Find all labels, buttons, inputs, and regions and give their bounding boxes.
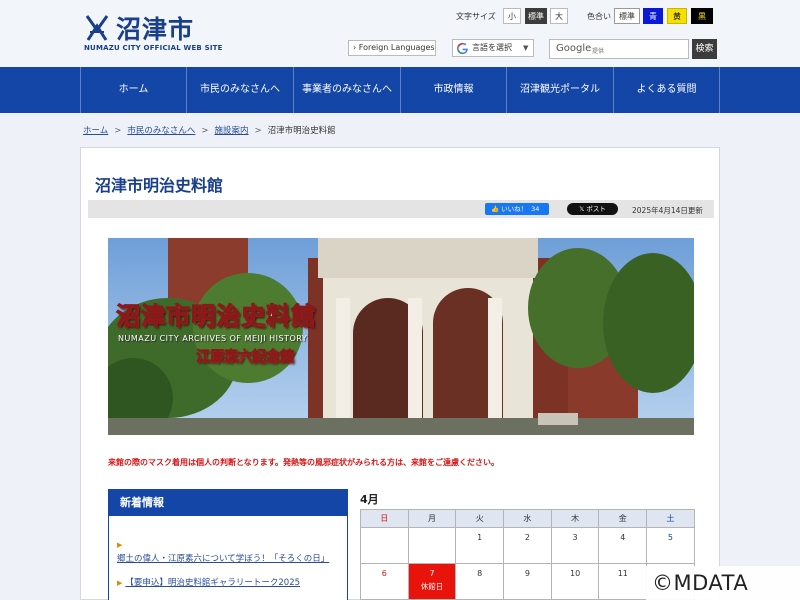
site-header: 沼津市 NUMAZU CITY OFFICIAL WEB SITE 文字サイズ …: [0, 0, 800, 67]
nav-tourism-portal[interactable]: 沼津観光ポータル: [507, 67, 614, 113]
google-g-icon: [457, 42, 468, 55]
color-scheme-label: 色合い: [587, 12, 611, 21]
hero-title: 沼津市明治史料館: [116, 302, 316, 331]
logo-subtitle: NUMAZU CITY OFFICIAL WEB SITE: [84, 44, 223, 52]
calendar-day: 5: [646, 527, 695, 564]
nav-businesses[interactable]: 事業者のみなさんへ: [294, 67, 401, 113]
search-powered-by: 提供: [592, 48, 605, 55]
calendar-day-number: 7: [429, 569, 435, 578]
language-select-label: 言語を選択: [472, 43, 512, 52]
nav-home[interactable]: ホーム: [80, 67, 187, 113]
site-logo[interactable]: 沼津市 NUMAZU CITY OFFICIAL WEB SITE: [84, 9, 222, 55]
search-google-brand: Google: [556, 43, 592, 54]
nav-city-government[interactable]: 市政情報: [401, 67, 507, 113]
calendar-week-row: 6 7 休館日 8 9 10 11: [360, 563, 695, 600]
news-panel: 新着情報 ▶郷土の偉人・江原素六について学ぼう！「そろくの日」 ▶ 【要申込】明治…: [108, 489, 348, 600]
weekday-header: 火: [455, 509, 505, 528]
nav-citizens[interactable]: 市民のみなさんへ: [187, 67, 294, 113]
color-blue-button[interactable]: 青: [643, 8, 663, 24]
font-size-large-button[interactable]: 大: [550, 8, 568, 24]
breadcrumb-separator: >: [254, 126, 262, 136]
weekday-header: 水: [503, 509, 552, 528]
calendar-day-closed: 7 休館日: [407, 563, 457, 600]
like-label: いいね！: [501, 205, 528, 213]
foreign-languages-label: Foreign Languages: [358, 43, 435, 52]
nav-faq[interactable]: よくある質問: [614, 67, 720, 113]
opening-calendar: 日 月 火 水 木 金 土 1 2 3 4 5 6 7 休館日 8 9 10 1: [360, 509, 695, 600]
color-standard-button[interactable]: 標準: [614, 8, 640, 24]
calendar-day: 3: [550, 527, 600, 564]
weekday-header: 土: [646, 509, 695, 528]
breadcrumb-separator: >: [201, 126, 209, 136]
calendar-day: 11: [598, 563, 648, 600]
site-search-input[interactable]: Google 提供: [549, 39, 689, 59]
like-count: 34: [531, 205, 540, 213]
calendar-month: 4月: [360, 493, 379, 506]
page-title: 沼津市明治史料館: [95, 176, 224, 195]
font-size-small-button[interactable]: 小: [503, 8, 521, 24]
calendar-day: 10: [550, 563, 600, 600]
hero-image: 沼津市明治史料館 NUMAZU CITY ARCHIVES OF MEIJI H…: [108, 238, 694, 435]
x-post-button[interactable]: 𝕏 ポスト: [567, 203, 618, 215]
breadcrumb-facilities[interactable]: 施設案内: [215, 126, 249, 136]
calendar-day: 2: [503, 527, 552, 564]
breadcrumb-home[interactable]: ホーム: [83, 126, 108, 136]
facebook-like-button[interactable]: 👍 いいね！ 34: [485, 203, 549, 215]
breadcrumb-current: 沼津市明治史料館: [267, 126, 336, 136]
news-item[interactable]: ▶ 【要申込】明治史料館ギャラリートーク2025: [117, 576, 337, 590]
thumbs-up-icon: 👍: [491, 205, 500, 213]
font-size-standard-button[interactable]: 標準: [525, 8, 547, 24]
font-size-label: 文字サイズ: [456, 12, 496, 21]
notice-text: 来館の際のマスク着用は個人の判断となります。発熱等の風邪症状がみられる方は、来館…: [108, 458, 499, 467]
breadcrumb-citizens[interactable]: 市民のみなさんへ: [127, 126, 195, 136]
post-label: ポスト: [586, 205, 606, 213]
global-nav: ホーム 市民のみなさんへ 事業者のみなさんへ 市政情報 沼津観光ポータル よくあ…: [0, 67, 800, 113]
hero-subtitle: NUMAZU CITY ARCHIVES OF MEIJI HISTORY: [118, 334, 308, 343]
calendar-week-row: 1 2 3 4 5: [360, 527, 695, 564]
news-item-label: 【要申込】明治史料館ギャラリートーク2025: [125, 578, 301, 588]
logo-text: 沼津市: [116, 15, 195, 44]
city-emblem-icon: [85, 15, 109, 41]
weekday-header: 月: [407, 509, 457, 528]
news-heading: 新着情報: [109, 490, 347, 516]
calendar-day: 1: [455, 527, 505, 564]
calendar-weekday-row: 日 月 火 水 木 金 土: [360, 509, 695, 528]
arrow-right-icon: ▶: [117, 579, 123, 587]
weekday-header: 日: [360, 509, 409, 528]
weekday-header: 木: [550, 509, 600, 528]
news-item-label: 郷土の偉人・江原素六について学ぼう！「そろくの日」: [117, 554, 330, 564]
color-black-button[interactable]: 黒: [691, 8, 713, 24]
hero-memorial-name: 江原素六記念館: [196, 349, 295, 366]
breadcrumb-separator: >: [114, 126, 122, 136]
dropdown-caret-icon: ▼: [523, 44, 529, 52]
search-button[interactable]: 検索: [692, 39, 717, 59]
copyright-watermark: ©MDATA: [646, 566, 800, 600]
share-bar: 👍 いいね！ 34 𝕏 ポスト 2025年4月14日更新: [88, 200, 714, 218]
calendar-day: 6: [360, 563, 409, 600]
calendar-day: [360, 527, 409, 564]
language-select[interactable]: 言語を選択 ▼: [452, 39, 534, 57]
color-yellow-button[interactable]: 黄: [667, 8, 687, 24]
breadcrumb: ホーム > 市民のみなさんへ > 施設案内 > 沼津市明治史料館: [83, 124, 336, 136]
updated-date: 2025年4月14日更新: [632, 206, 703, 215]
calendar-day: 4: [598, 527, 648, 564]
calendar-day: [407, 527, 457, 564]
calendar-day: 9: [503, 563, 552, 600]
arrow-right-icon: ▶: [117, 541, 123, 549]
news-item[interactable]: ▶ 郷土の偉人・江原素六について学ぼう！「そろくの日」: [117, 538, 337, 566]
foreign-languages-link[interactable]: › Foreign Languages: [348, 40, 436, 56]
chevron-right-icon: ›: [353, 43, 357, 52]
weekday-header: 金: [598, 509, 648, 528]
closed-day-label: 休館日: [420, 582, 444, 591]
main-content: 沼津市明治史料館 👍 いいね！ 34 𝕏 ポスト 2025年4月14日更新 沼津…: [80, 147, 720, 600]
calendar-day: 8: [455, 563, 505, 600]
